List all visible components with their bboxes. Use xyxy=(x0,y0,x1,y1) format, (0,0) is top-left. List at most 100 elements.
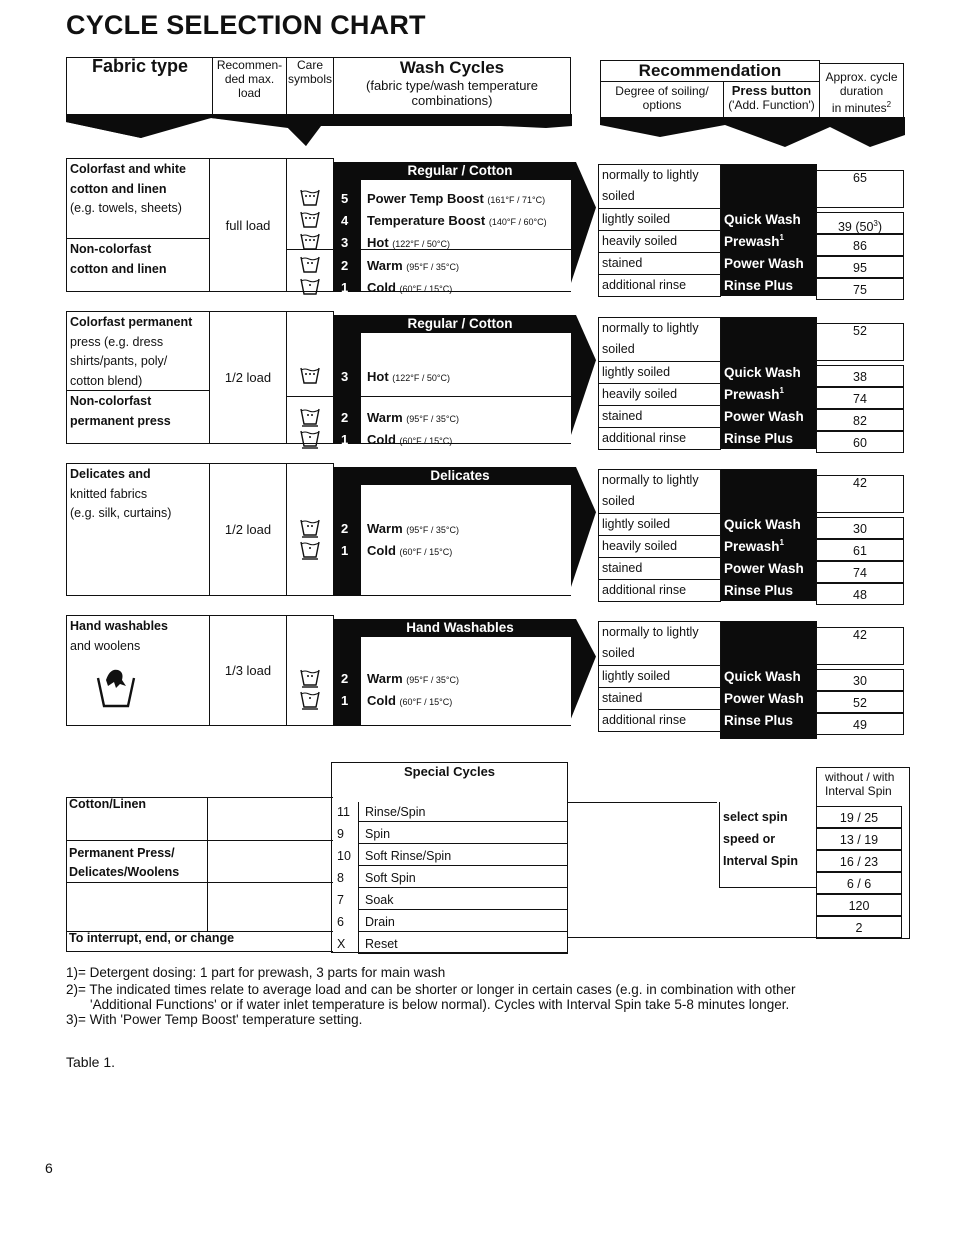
program-arrow-icon xyxy=(568,467,596,596)
program-name: Regular / Cotton xyxy=(407,316,513,331)
fabric-type-detail: (e.g. towels, sheets) xyxy=(70,201,182,215)
cycle-name: Temperature Boost (140°F / 60°C) xyxy=(367,213,547,228)
cycle-name: Power Temp Boost (161°F / 71°C) xyxy=(367,191,546,206)
fabric-type-detail: (e.g. silk, curtains) xyxy=(70,506,172,520)
special-cycle-name: Drain xyxy=(365,915,395,929)
special-cycle-duration: 120 xyxy=(816,894,902,916)
cycles-panel xyxy=(361,485,571,595)
soiling-option: lightly soiled xyxy=(598,208,721,231)
wash-tub-icon xyxy=(299,690,321,710)
special-cycle-number: X xyxy=(337,937,346,951)
soiling-option: additional rinse xyxy=(598,709,721,732)
row-divider xyxy=(358,953,568,954)
add-function-button: Power Wash xyxy=(724,256,804,271)
cycle-duration: 74 xyxy=(816,561,904,583)
cycle-name: Warm (95°F / 35°C) xyxy=(367,521,459,536)
cycle-row: 1 Cold (60°F / 15°C) xyxy=(333,543,571,559)
cycle-duration: 49 xyxy=(816,713,904,735)
cycle-duration: 39 (503) xyxy=(816,212,904,234)
recommended-load: 1/2 load xyxy=(224,522,272,537)
fabric-type-name: Non-colorfast xyxy=(70,394,152,408)
wash-tub-icon xyxy=(299,668,321,688)
recommended-load-cell: full load xyxy=(209,158,287,292)
fabric-type-detail: and woolens xyxy=(70,638,141,653)
special-cycle-number: 6 xyxy=(337,915,344,929)
cycle-duration: 42 xyxy=(816,475,904,513)
special-cycles-title: Special Cycles xyxy=(403,764,496,779)
add-function-button: Rinse Plus xyxy=(724,713,794,728)
cycle-name: Cold (60°F / 15°C) xyxy=(367,280,453,295)
wash-tub-icon xyxy=(299,210,321,230)
cycle-name: Warm (95°F / 35°C) xyxy=(367,671,459,686)
header-care-symbols: Care symbols xyxy=(286,57,334,115)
special-cycle-number: 8 xyxy=(337,871,344,885)
soiling-option: stained xyxy=(598,557,721,580)
special-cycle-name: Rinse/Spin xyxy=(365,805,426,819)
footnotes: 1)= Detergent dosing: 1 part for prewash… xyxy=(66,965,886,1027)
add-function-button: Power Wash xyxy=(724,561,804,576)
footnote-2: 2)= The indicated times relate to averag… xyxy=(66,982,796,997)
group-divider xyxy=(66,840,333,841)
header-fabric-type: Fabric type xyxy=(66,56,214,115)
wash-tub-icon xyxy=(299,366,321,386)
cycle-number: 2 xyxy=(341,521,349,536)
cycle-name: Cold (60°F / 15°C) xyxy=(367,543,453,558)
cycle-duration: 52 xyxy=(816,323,904,361)
special-cycle-number: 11 xyxy=(337,805,350,819)
group-divider xyxy=(66,882,333,883)
special-cycle-duration: 6 / 6 xyxy=(816,872,902,894)
fabric-type-name: Colorfast permanent xyxy=(70,315,193,329)
cycle-row: 2 Warm (95°F / 35°C) xyxy=(333,671,571,687)
special-bottom xyxy=(331,952,568,953)
wash-tub-icon xyxy=(299,255,321,275)
fabric-type-detail: permanent press xyxy=(70,413,171,428)
cycle-row: 5 Power Temp Boost (161°F / 71°C) xyxy=(333,191,571,207)
special-right-col xyxy=(567,762,568,953)
cycle-number: 2 xyxy=(341,410,349,425)
soiling-option: heavily soiled xyxy=(598,383,721,406)
fabric-type-cell: Colorfast permanent press (e.g. dress shir… xyxy=(66,311,210,391)
cycle-row: 4 Temperature Boost (140°F / 60°C) xyxy=(333,213,571,229)
cycle-name: Hot (122°F / 50°C) xyxy=(367,235,451,250)
program-name: Regular / Cotton xyxy=(407,163,513,178)
add-function-button: Power Wash xyxy=(724,691,804,706)
special-cycle-duration: 16 / 23 xyxy=(816,850,902,872)
cycle-duration: 48 xyxy=(816,583,904,605)
footnote-2-cont: 'Additional Functions' or if water inlet… xyxy=(90,997,790,1012)
special-cycle-name: Spin xyxy=(365,827,391,841)
cycle-row: 1 Cold (60°F / 15°C) xyxy=(333,432,571,448)
cycle-duration: 75 xyxy=(816,278,904,300)
cycle-number: 4 xyxy=(341,213,349,228)
soiling-option: stained xyxy=(598,687,721,710)
add-function-button: Prewash1 xyxy=(724,233,784,250)
cycle-number: 2 xyxy=(341,258,349,273)
header-arrow-band-left xyxy=(66,114,572,146)
add-function-button: Quick Wash xyxy=(724,365,801,380)
connector-line xyxy=(567,937,817,938)
fabric-type-cell: Non-colorfast permanent press xyxy=(66,390,210,444)
fabric-type-detail: cotton and linen xyxy=(70,261,167,276)
fabric-type-name: Colorfast and white xyxy=(70,162,186,176)
connector-line xyxy=(567,802,717,803)
cycle-duration: 74 xyxy=(816,387,904,409)
row-divider xyxy=(358,887,568,888)
row-divider xyxy=(358,865,568,866)
cycle-duration: 42 xyxy=(816,627,904,665)
program-arrow-icon xyxy=(568,619,596,726)
footnote-1: 1)= Detergent dosing: 1 part for prewash… xyxy=(66,965,446,980)
soiling-option: lightly soiled xyxy=(598,361,721,384)
table-caption: Table 1. xyxy=(66,1054,116,1070)
program-arrow-icon xyxy=(568,315,596,444)
soiling-option: lightly soiled xyxy=(598,665,721,688)
soiling-option: lightly soiled xyxy=(598,513,721,536)
page-number: 6 xyxy=(45,1160,53,1176)
fabric-type-name: Delicates and xyxy=(70,467,151,481)
add-function-button: Prewash1 xyxy=(724,538,784,555)
special-cycle-number: 9 xyxy=(337,827,344,841)
fabric-type-detail: shirts/pants, poly/ xyxy=(70,354,168,368)
fabric-type-cell: Hand washables and woolens xyxy=(66,615,210,726)
soiling-option: normally to lightly soiled xyxy=(598,317,721,362)
add-function-button: Prewash1 xyxy=(724,386,784,403)
cycle-name: Warm (95°F / 35°C) xyxy=(367,258,459,273)
row-divider xyxy=(358,843,568,844)
